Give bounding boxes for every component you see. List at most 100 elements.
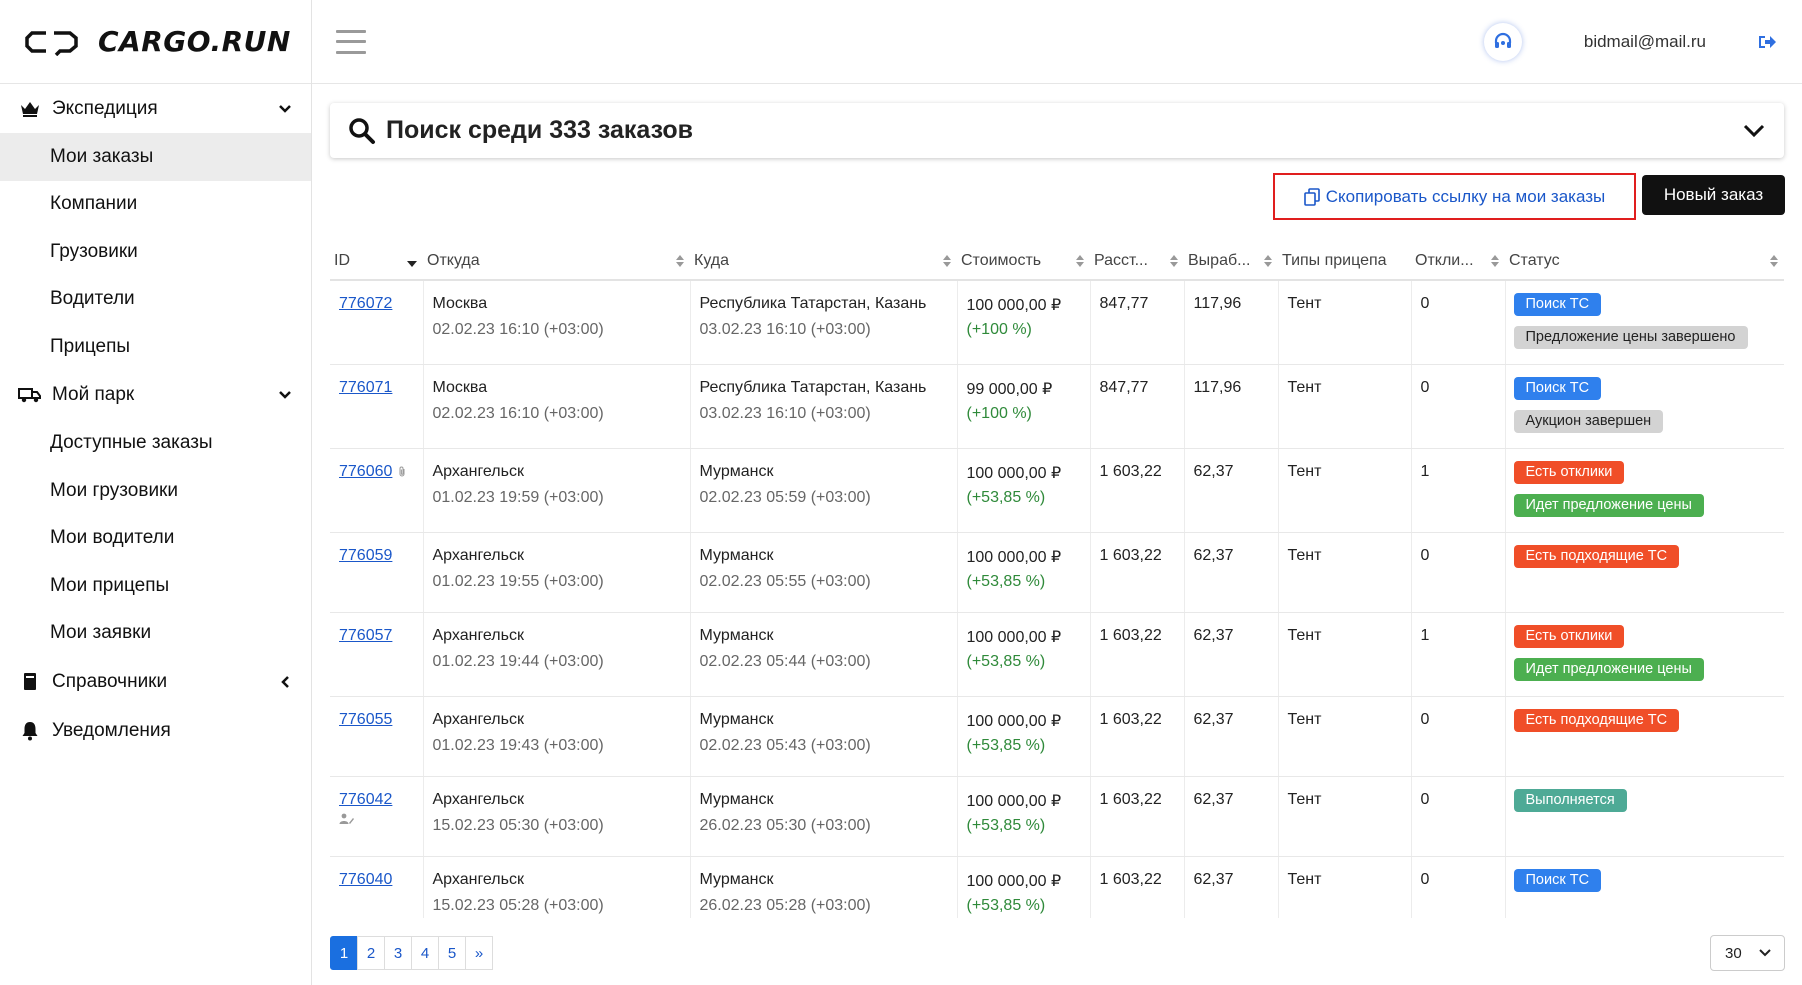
table-row[interactable]: 776040 Архангельск 15.02.23 05:28 (+03:00)… — [330, 856, 1784, 918]
price-value: 100 000,00 ₽ — [966, 628, 1062, 646]
page-2-button[interactable]: 2 — [357, 936, 385, 970]
cell-yield: 117,96 — [1183, 364, 1278, 449]
cell-price: 100 000,00 ₽ (+53,85 %) — [956, 856, 1090, 918]
sidebar-item-companies[interactable]: Компании — [0, 181, 311, 229]
cell-to: Мурманск 02.02.23 05:55 (+03:00) — [689, 532, 957, 613]
sidebar-group-my-fleet[interactable]: Мой парк — [0, 371, 311, 420]
user-email[interactable]: bidmail@mail.ru — [1584, 32, 1706, 52]
logout-icon[interactable] — [1756, 31, 1778, 53]
column-header-to[interactable]: Куда — [690, 242, 957, 281]
column-header-from[interactable]: Откуда — [423, 242, 690, 281]
cell-responses: 0 — [1410, 532, 1505, 613]
sidebar-group-notifications[interactable]: Уведомления — [0, 706, 311, 755]
sidebar-item-my-drivers[interactable]: Мои водители — [0, 515, 311, 563]
cell-distance: 1 603,22 — [1089, 612, 1184, 697]
cell-price: 100 000,00 ₽ (+53,85 %) — [956, 776, 1090, 857]
chevron-left-icon — [275, 672, 295, 692]
chevron-down-icon[interactable] — [1742, 123, 1766, 139]
column-header-distance[interactable]: Расст... — [1090, 242, 1184, 281]
price-percent: (+53,85 %) — [966, 652, 1046, 670]
to-date: 02.02.23 05:44 (+03:00) — [699, 652, 871, 670]
cell-trailer: Тент — [1277, 280, 1411, 365]
to-city: Мурманск — [699, 710, 774, 728]
sidebar-item-my-orders[interactable]: Мои заказы — [0, 133, 311, 181]
search-panel[interactable]: Поиск среди 333 заказов — [330, 103, 1784, 158]
order-id-link[interactable]: 776060 — [339, 463, 392, 481]
sidebar-item-trailers[interactable]: Прицепы — [0, 323, 311, 371]
cell-distance: 1 603,22 — [1089, 448, 1184, 533]
column-header-status[interactable]: Статус — [1505, 242, 1784, 281]
page-4-button[interactable]: 4 — [411, 936, 439, 970]
column-header-trailer-types[interactable]: Типы прицепа — [1278, 242, 1411, 281]
sort-icon — [943, 254, 951, 267]
cell-responses: 0 — [1410, 696, 1505, 777]
from-date: 01.02.23 19:43 (+03:00) — [432, 736, 604, 754]
column-header-yield[interactable]: Выраб... — [1184, 242, 1278, 281]
from-date: 01.02.23 19:55 (+03:00) — [432, 572, 604, 590]
table-row[interactable]: 776059 Архангельск 01.02.23 19:55 (+03:00)… — [330, 532, 1784, 613]
sidebar: CARGO.RUN Экспедиция Мои заказы Компании… — [0, 0, 312, 985]
chevron-down-icon — [275, 99, 295, 119]
price-value: 100 000,00 ₽ — [966, 712, 1062, 730]
order-id-link[interactable]: 776055 — [339, 711, 392, 729]
cell-trailer: Тент — [1277, 696, 1411, 777]
order-id-link[interactable]: 776040 — [339, 871, 392, 889]
cell-responses: 0 — [1410, 856, 1505, 918]
cell-distance: 1 603,22 — [1089, 856, 1184, 918]
cell-id: 776040 — [330, 856, 423, 918]
per-page-select[interactable]: 30 — [1710, 935, 1785, 971]
order-id-link[interactable]: 776042 — [339, 791, 392, 809]
page-next-button[interactable]: » — [465, 936, 493, 970]
from-date: 01.02.23 19:59 (+03:00) — [432, 488, 604, 506]
column-header-price[interactable]: Стоимость — [957, 242, 1090, 281]
table-row[interactable]: 776072 Москва 02.02.23 16:10 (+03:00) Респу… — [330, 280, 1784, 365]
sidebar-item-available-orders[interactable]: Доступные заказы — [0, 420, 311, 468]
new-order-button[interactable]: Новый заказ — [1642, 175, 1785, 215]
cell-trailer: Тент — [1277, 532, 1411, 613]
chevron-down-icon — [1759, 949, 1771, 957]
order-id-link[interactable]: 776071 — [339, 379, 392, 397]
order-id-link[interactable]: 776057 — [339, 627, 392, 645]
cell-status: Поиск ТС Аукцион завершен — [1504, 364, 1784, 449]
order-id-link[interactable]: 776072 — [339, 295, 392, 313]
sidebar-group-expedition[interactable]: Экспедиция — [0, 84, 311, 133]
chevron-down-icon — [275, 385, 295, 405]
sidebar-item-trucks[interactable]: Грузовики — [0, 228, 311, 276]
cell-yield: 62,37 — [1183, 776, 1278, 857]
sidebar-item-my-trucks[interactable]: Мои грузовики — [0, 467, 311, 515]
table-row[interactable]: 776055 Архангельск 01.02.23 19:43 (+03:00)… — [330, 696, 1784, 777]
sidebar-group-references[interactable]: Справочники — [0, 657, 311, 706]
cell-price: 100 000,00 ₽ (+53,85 %) — [956, 448, 1090, 533]
table-row[interactable]: 776060 Архангельск 01.02.23 19:59 (+03:00)… — [330, 448, 1784, 533]
copy-link-button[interactable]: Скопировать ссылку на мои заказы — [1273, 173, 1636, 220]
table-row[interactable]: 776042 Архангельск 15.02.23 05:30 (+03:00)… — [330, 776, 1784, 857]
support-headset-icon[interactable] — [1484, 23, 1522, 61]
cell-to: Мурманск 26.02.23 05:28 (+03:00) — [689, 856, 957, 918]
page-1-button[interactable]: 1 — [330, 936, 358, 970]
cell-price: 100 000,00 ₽ (+53,85 %) — [956, 612, 1090, 697]
column-header-responses[interactable]: Откли... — [1411, 242, 1505, 281]
logo[interactable]: CARGO.RUN — [0, 0, 311, 84]
status-badge: Есть отклики — [1513, 624, 1625, 648]
status-badge: Идет предложение цены — [1513, 657, 1704, 681]
to-city: Мурманск — [699, 790, 774, 808]
page-5-button[interactable]: 5 — [438, 936, 466, 970]
table-row[interactable]: 776071 Москва 02.02.23 16:10 (+03:00) Респу… — [330, 364, 1784, 449]
price-percent: (+100 %) — [966, 404, 1032, 422]
sidebar-item-drivers[interactable]: Водители — [0, 276, 311, 324]
column-header-id[interactable]: ID — [330, 242, 423, 281]
price-percent: (+100 %) — [966, 321, 1032, 338]
order-id-link[interactable]: 776059 — [339, 547, 392, 565]
price-value: 100 000,00 ₽ — [966, 297, 1062, 314]
truck-icon — [18, 383, 42, 407]
cell-id: 776071 — [330, 364, 423, 449]
menu-toggle-icon[interactable] — [336, 29, 366, 54]
sidebar-item-my-trailers[interactable]: Мои прицепы — [0, 562, 311, 610]
cell-from: Москва 02.02.23 16:10 (+03:00) — [422, 280, 690, 365]
cell-yield: 62,37 — [1183, 696, 1278, 777]
table-row[interactable]: 776057 Архангельск 01.02.23 19:44 (+03:00)… — [330, 612, 1784, 697]
sidebar-item-my-requests[interactable]: Мои заявки — [0, 610, 311, 658]
cell-from: Архангельск 01.02.23 19:43 (+03:00) — [422, 696, 690, 777]
page-3-button[interactable]: 3 — [384, 936, 412, 970]
search-icon — [349, 117, 375, 144]
